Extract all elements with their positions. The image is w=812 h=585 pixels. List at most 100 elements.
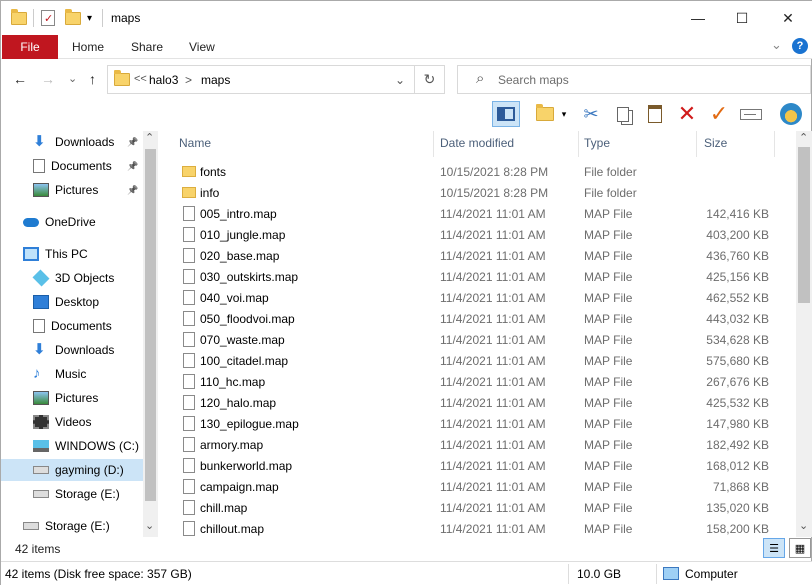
- sidebar-item[interactable]: 3D Objects: [1, 267, 143, 289]
- sidebar-item[interactable]: Documents: [1, 315, 143, 337]
- nav-scrollbar[interactable]: ⌃ ⌄: [143, 131, 158, 537]
- column-header-date[interactable]: Date modified: [440, 131, 578, 155]
- download-arrow-icon: ⬇: [33, 133, 46, 150]
- preview-pane-icon[interactable]: [492, 101, 520, 127]
- file-row[interactable]: chillout.map 11/4/2021 11:01 AM MAP File 15…: [179, 518, 779, 537]
- sidebar-item[interactable]: Pictures: [1, 387, 143, 409]
- sidebar-item[interactable]: ⬇ Downloads 📌: [1, 131, 143, 153]
- file-row[interactable]: fonts 10/15/2021 8:28 PM File folder: [179, 161, 779, 182]
- address-overflow[interactable]: <<: [134, 73, 147, 85]
- halo-shell-icon[interactable]: [777, 101, 805, 127]
- sidebar-item[interactable]: Documents 📌: [1, 155, 143, 177]
- delete-icon[interactable]: ✕: [673, 101, 701, 127]
- file-row[interactable]: 050_floodvoi.map 11/4/2021 11:01 AM MAP Fi…: [179, 308, 779, 329]
- close-button[interactable]: ✕: [765, 1, 811, 35]
- column-header-size[interactable]: Size: [704, 131, 774, 155]
- file-date: 11/4/2021 11:01 AM: [440, 522, 546, 536]
- pin-icon[interactable]: 📌: [127, 185, 138, 196]
- sidebar-item[interactable]: ♪ Music: [1, 363, 143, 385]
- content-scroll-down-icon[interactable]: ⌄: [799, 519, 808, 532]
- file-date: 11/4/2021 11:01 AM: [440, 312, 546, 326]
- file-row[interactable]: info 10/15/2021 8:28 PM File folder: [179, 182, 779, 203]
- sidebar-item[interactable]: Pictures 📌: [1, 179, 143, 201]
- tab-view[interactable]: View: [189, 40, 215, 54]
- back-arrow-icon[interactable]: ←: [13, 71, 27, 87]
- file-name: 130_epilogue.map: [200, 417, 299, 431]
- file-date: 11/4/2021 11:01 AM: [440, 228, 546, 242]
- file-icon: [183, 248, 195, 263]
- sidebar-item[interactable]: Storage (E:): [1, 483, 143, 505]
- minimize-button[interactable]: —: [675, 1, 721, 35]
- sidebar-item[interactable]: WINDOWS (C:): [1, 435, 143, 457]
- pin-icon[interactable]: 📌: [127, 161, 138, 172]
- properties-check-icon[interactable]: ✓: [41, 9, 55, 27]
- tab-home[interactable]: Home: [72, 40, 104, 54]
- content-scroll-up-icon[interactable]: ⌃: [799, 131, 808, 144]
- file-size: 534,628 KB: [706, 333, 769, 347]
- file-row[interactable]: 130_epilogue.map 11/4/2021 11:01 AM MAP Fi…: [179, 413, 779, 434]
- search-input[interactable]: Search maps: [498, 73, 569, 87]
- file-date: 11/4/2021 11:01 AM: [440, 459, 546, 473]
- sidebar-item[interactable]: gayming (D:): [1, 459, 143, 481]
- file-row[interactable]: 110_hc.map 11/4/2021 11:01 AM MAP File 267,…: [179, 371, 779, 392]
- breadcrumb-halo3[interactable]: halo3: [149, 73, 178, 87]
- sidebar-item-label: Documents: [51, 159, 112, 173]
- tab-file[interactable]: File: [2, 35, 58, 59]
- file-row[interactable]: campaign.map 11/4/2021 11:01 AM MAP File 71…: [179, 476, 779, 497]
- select-check-icon[interactable]: ✓: [705, 101, 733, 127]
- forward-arrow-icon[interactable]: →: [41, 71, 55, 87]
- search-box[interactable]: ⌕ Search maps: [457, 65, 811, 94]
- file-type: MAP File: [584, 417, 633, 431]
- nav-scroll-down-icon[interactable]: ⌄: [145, 519, 154, 532]
- file-row[interactable]: 005_intro.map 11/4/2021 11:01 AM MAP File 1…: [179, 203, 779, 224]
- file-row[interactable]: 020_base.map 11/4/2021 11:01 AM MAP File 43…: [179, 245, 779, 266]
- sidebar-item[interactable]: Storage (E:): [1, 515, 143, 537]
- sidebar-item-label: Desktop: [55, 295, 100, 309]
- file-row[interactable]: 070_waste.map 11/4/2021 11:01 AM MAP File 5…: [179, 329, 779, 350]
- nav-scroll-thumb[interactable]: [145, 149, 156, 501]
- sidebar-item[interactable]: OneDrive: [1, 211, 143, 233]
- address-dropdown-icon[interactable]: ⌄: [395, 73, 405, 87]
- sidebar-item[interactable]: This PC: [1, 243, 143, 265]
- new-folder-quick-icon[interactable]: [65, 8, 81, 27]
- file-type: MAP File: [584, 501, 633, 515]
- sidebar-item[interactable]: ⬇ Downloads: [1, 339, 143, 361]
- cut-icon[interactable]: ✂: [577, 101, 605, 127]
- large-icons-view-icon[interactable]: ▦: [789, 538, 811, 558]
- file-name: 010_jungle.map: [200, 228, 286, 242]
- address-bar[interactable]: << halo3 > maps ⌄: [107, 65, 415, 94]
- column-header-type[interactable]: Type: [584, 131, 696, 155]
- file-row[interactable]: 030_outskirts.map 11/4/2021 11:01 AM MAP F…: [179, 266, 779, 287]
- location-text: Computer: [685, 567, 738, 581]
- file-date: 10/15/2021 8:28 PM: [440, 186, 549, 200]
- file-row[interactable]: chill.map 11/4/2021 11:01 AM MAP File 135,0…: [179, 497, 779, 518]
- rename-icon[interactable]: [737, 101, 765, 127]
- pin-icon[interactable]: 📌: [127, 137, 138, 148]
- file-row[interactable]: 100_citadel.map 11/4/2021 11:01 AM MAP Fil…: [179, 350, 779, 371]
- sidebar-item[interactable]: Desktop: [1, 291, 143, 313]
- help-icon[interactable]: ?: [792, 38, 808, 54]
- file-row[interactable]: 040_voi.map 11/4/2021 11:01 AM MAP File 462…: [179, 287, 779, 308]
- details-view-icon[interactable]: ☰: [763, 538, 785, 558]
- file-date: 11/4/2021 11:01 AM: [440, 249, 546, 263]
- file-row[interactable]: 010_jungle.map 11/4/2021 11:01 AM MAP File…: [179, 224, 779, 245]
- nav-scroll-up-icon[interactable]: ⌃: [145, 131, 154, 144]
- copy-icon[interactable]: [609, 101, 637, 127]
- new-folder-icon[interactable]: [531, 101, 559, 127]
- sidebar-item-label: Pictures: [55, 183, 99, 197]
- refresh-icon[interactable]: ↻: [415, 65, 445, 94]
- up-arrow-icon[interactable]: ↑: [89, 71, 96, 87]
- file-row[interactable]: bunkerworld.map 11/4/2021 11:01 AM MAP Fil…: [179, 455, 779, 476]
- sidebar-item[interactable]: Videos: [1, 411, 143, 433]
- quick-access-dropdown-icon[interactable]: ▾: [87, 9, 92, 27]
- expand-ribbon-icon[interactable]: ⌄: [771, 37, 782, 53]
- file-row[interactable]: armory.map 11/4/2021 11:01 AM MAP File 182,…: [179, 434, 779, 455]
- paste-icon[interactable]: [641, 101, 669, 127]
- recent-locations-icon[interactable]: ⌄: [68, 72, 77, 85]
- breadcrumb-maps[interactable]: maps: [201, 73, 230, 87]
- tab-share[interactable]: Share: [131, 40, 163, 54]
- maximize-button[interactable]: ☐: [719, 1, 765, 35]
- content-scroll-thumb[interactable]: [798, 147, 810, 303]
- new-item-dropdown-icon[interactable]: ▾: [557, 101, 571, 127]
- file-row[interactable]: 120_halo.map 11/4/2021 11:01 AM MAP File 42…: [179, 392, 779, 413]
